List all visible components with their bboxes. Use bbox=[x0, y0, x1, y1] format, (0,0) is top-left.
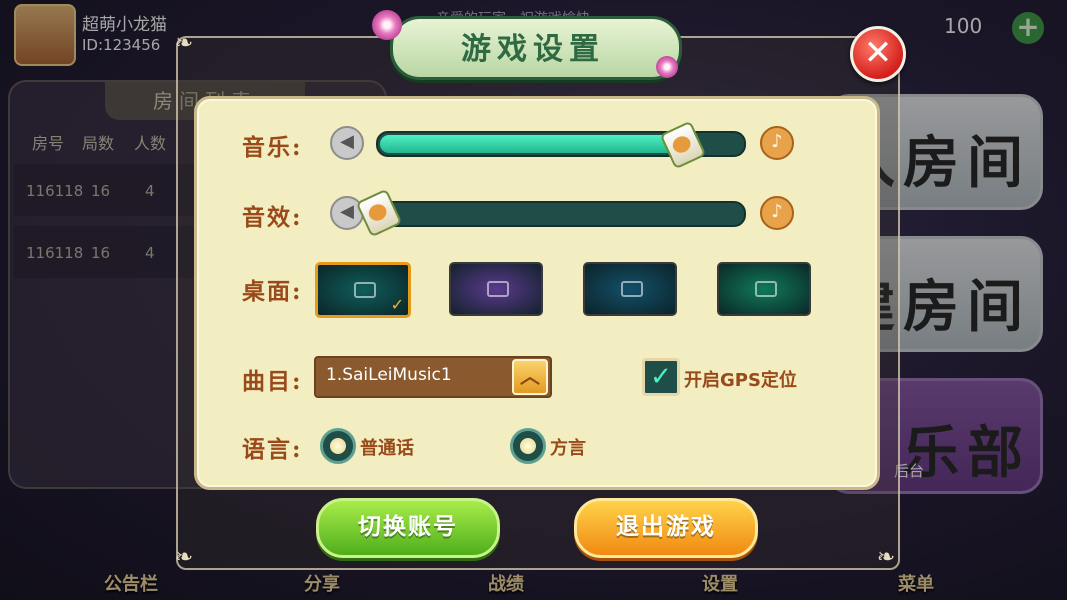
track-select-value: 1.SaiLeiMusic1 bbox=[326, 365, 452, 385]
sound-note-icon[interactable]: ♪ bbox=[760, 196, 794, 230]
close-icon[interactable]: ✕ bbox=[850, 26, 906, 82]
language-label: 语言: bbox=[242, 436, 303, 463]
music-slider-fill bbox=[380, 135, 684, 153]
language-radio-dialect[interactable] bbox=[510, 428, 546, 464]
language-option-dialect: 方言 bbox=[550, 438, 586, 459]
flower-decoration-icon bbox=[372, 10, 402, 40]
exit-game-button[interactable]: 退出游戏 bbox=[574, 498, 758, 558]
corner-ornament: ❧ bbox=[876, 545, 896, 570]
table-theme-blue[interactable] bbox=[583, 262, 677, 316]
sound-effects-label: 音效: bbox=[242, 204, 303, 231]
table-theme-teal[interactable]: ✓ bbox=[315, 262, 411, 318]
music-label: 音乐: bbox=[242, 134, 303, 161]
gps-checkbox[interactable]: ✓ bbox=[642, 358, 680, 396]
corner-ornament: ❧ bbox=[174, 545, 194, 570]
table-theme-green[interactable] bbox=[717, 262, 811, 316]
language-option-mandarin: 普通话 bbox=[360, 438, 414, 459]
music-note-icon[interactable]: ♪ bbox=[760, 126, 794, 160]
dialog-title: 游戏设置 bbox=[461, 32, 605, 67]
table-logo-icon bbox=[755, 281, 777, 297]
table-logo-icon bbox=[354, 282, 376, 298]
switch-account-button[interactable]: 切换账号 bbox=[316, 498, 500, 558]
language-radio-mandarin[interactable] bbox=[320, 428, 356, 464]
sound-slider[interactable] bbox=[376, 201, 746, 227]
corner-ornament: ❧ bbox=[174, 31, 194, 56]
selected-check-icon: ✓ bbox=[390, 295, 404, 314]
track-label: 曲目: bbox=[242, 368, 303, 395]
music-mute-icon[interactable]: ◀ bbox=[330, 126, 364, 160]
table-theme-purple[interactable] bbox=[449, 262, 543, 316]
flower-decoration-icon bbox=[656, 56, 678, 78]
gps-label: 开启GPS定位 bbox=[684, 370, 797, 391]
chevron-up-icon[interactable]: ︿ bbox=[512, 359, 548, 395]
table-theme-label: 桌面: bbox=[242, 278, 303, 305]
table-logo-icon bbox=[621, 281, 643, 297]
table-logo-icon bbox=[487, 281, 509, 297]
